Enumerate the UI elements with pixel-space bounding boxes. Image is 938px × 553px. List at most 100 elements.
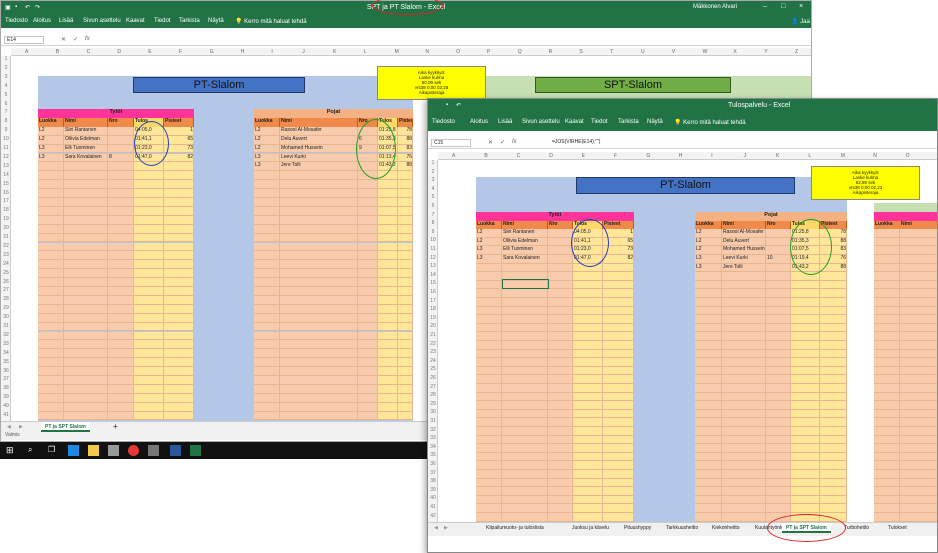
column-header[interactable]: C	[87, 49, 91, 55]
empty-cell[interactable]	[695, 323, 722, 333]
empty-cell[interactable]	[64, 215, 108, 225]
share-button[interactable]: 👤 Jaa	[791, 18, 810, 25]
empty-cell[interactable]	[791, 289, 820, 298]
empty-cell[interactable]	[820, 478, 847, 488]
empty-cell[interactable]	[722, 315, 766, 324]
empty-cell[interactable]	[900, 461, 937, 470]
empty-cell[interactable]	[476, 452, 502, 462]
empty-cell[interactable]	[398, 322, 413, 332]
table-cell[interactable]: Mohamed Hussein	[722, 246, 766, 255]
empty-cell[interactable]	[766, 315, 791, 324]
empty-cell[interactable]	[766, 375, 791, 384]
empty-cell[interactable]	[398, 198, 413, 207]
empty-cell[interactable]	[358, 393, 378, 403]
empty-cell[interactable]	[280, 358, 358, 368]
cancel-icon[interactable]: ✕	[61, 36, 66, 43]
table-cell[interactable]: 76	[398, 153, 413, 163]
empty-cell[interactable]	[280, 215, 358, 225]
empty-cell[interactable]	[134, 384, 164, 394]
enter-icon[interactable]: ✓	[73, 36, 78, 43]
empty-cell[interactable]	[280, 260, 358, 270]
empty-cell[interactable]	[254, 358, 280, 368]
empty-cell[interactable]	[548, 280, 573, 290]
empty-cell[interactable]	[900, 272, 937, 281]
empty-cell[interactable]	[695, 375, 722, 384]
minimize-icon[interactable]: –	[763, 3, 767, 10]
table-cell[interactable]: L2	[695, 237, 722, 247]
empty-cell[interactable]	[108, 313, 134, 323]
empty-cell[interactable]	[64, 376, 108, 385]
table-cell[interactable]: Siiri Rantanen	[502, 229, 548, 238]
table-cell[interactable]: Delu Auvert	[280, 135, 358, 145]
empty-cell[interactable]	[874, 358, 900, 367]
empty-cell[interactable]	[134, 322, 164, 332]
empty-cell[interactable]	[164, 384, 194, 394]
empty-cell[interactable]	[358, 189, 378, 198]
table-cell[interactable]: Oliivia Edelman	[502, 237, 548, 247]
empty-cell[interactable]	[820, 358, 847, 367]
table-cell[interactable]	[766, 246, 791, 255]
empty-cell[interactable]	[64, 411, 108, 421]
row-header[interactable]: 25	[428, 366, 438, 372]
empty-cell[interactable]	[603, 306, 634, 316]
empty-cell[interactable]	[900, 332, 937, 341]
column-header[interactable]: C	[517, 153, 521, 159]
empty-cell[interactable]	[280, 340, 358, 350]
row-header[interactable]: 4	[1, 83, 11, 89]
row-header[interactable]: 11	[428, 246, 438, 252]
empty-cell[interactable]	[134, 340, 164, 350]
empty-cell[interactable]	[378, 411, 398, 421]
empty-cell[interactable]	[695, 435, 722, 445]
empty-cell[interactable]	[134, 180, 164, 190]
empty-cell[interactable]	[38, 260, 64, 270]
row-header[interactable]: 38	[428, 478, 438, 484]
empty-cell[interactable]	[791, 306, 820, 316]
empty-cell[interactable]	[398, 402, 413, 412]
tab-insert[interactable]: Lisää	[59, 18, 73, 24]
empty-cell[interactable]	[695, 444, 722, 453]
empty-cell[interactable]	[64, 224, 108, 234]
empty-cell[interactable]	[280, 224, 358, 234]
row-header[interactable]: 7	[1, 109, 11, 115]
empty-cell[interactable]	[476, 315, 502, 324]
empty-cell[interactable]	[398, 260, 413, 270]
empty-cell[interactable]	[476, 289, 502, 298]
column-header[interactable]: O	[906, 153, 910, 159]
empty-cell[interactable]	[573, 384, 603, 393]
row-header[interactable]: 35	[428, 452, 438, 458]
empty-cell[interactable]	[820, 504, 847, 513]
store-icon[interactable]	[108, 445, 119, 456]
empty-cell[interactable]	[900, 298, 937, 307]
empty-cell[interactable]	[164, 402, 194, 412]
column-header[interactable]: W	[703, 49, 708, 55]
empty-cell[interactable]	[548, 306, 573, 316]
empty-cell[interactable]	[548, 478, 573, 488]
empty-cell[interactable]	[108, 198, 134, 207]
empty-cell[interactable]	[820, 495, 847, 505]
empty-cell[interactable]	[548, 435, 573, 445]
empty-cell[interactable]	[548, 401, 573, 410]
column-header[interactable]: M	[395, 49, 399, 55]
empty-cell[interactable]	[548, 298, 573, 307]
empty-cell[interactable]	[358, 242, 378, 252]
table-cell[interactable]	[108, 126, 134, 136]
empty-cell[interactable]	[874, 323, 900, 333]
empty-cell[interactable]	[254, 198, 280, 207]
empty-cell[interactable]	[874, 409, 900, 419]
empty-cell[interactable]	[502, 315, 548, 324]
empty-cell[interactable]	[280, 331, 358, 341]
table-cell[interactable]: 8	[108, 153, 134, 163]
empty-cell[interactable]	[722, 461, 766, 470]
undo-icon[interactable]: ↶	[456, 102, 461, 109]
column-header[interactable]: I	[711, 153, 712, 159]
empty-cell[interactable]	[378, 340, 398, 350]
empty-cell[interactable]	[573, 306, 603, 316]
empty-cell[interactable]	[134, 269, 164, 279]
empty-cell[interactable]	[280, 198, 358, 207]
empty-cell[interactable]	[603, 495, 634, 505]
table-cell[interactable]: Leevi Kurki	[722, 255, 766, 264]
empty-cell[interactable]	[766, 427, 791, 436]
row-header[interactable]: 6	[1, 101, 11, 107]
table-cell[interactable]: L3	[38, 144, 64, 154]
empty-cell[interactable]	[695, 495, 722, 505]
